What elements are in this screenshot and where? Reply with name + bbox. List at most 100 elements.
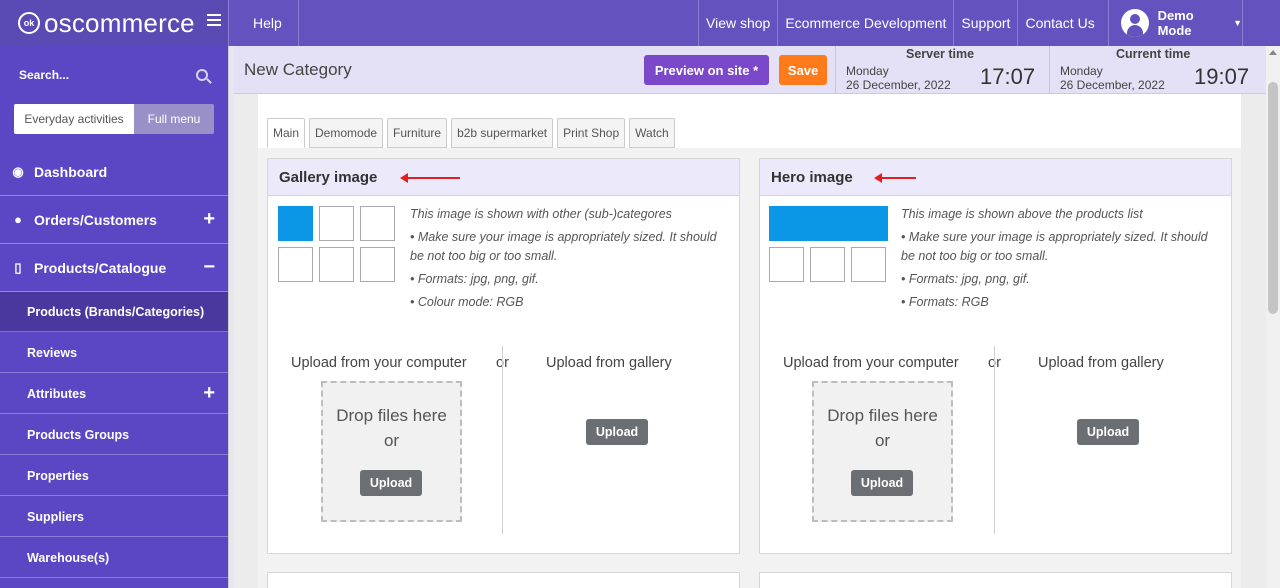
- server-date: 26 December, 2022: [846, 78, 951, 92]
- user-menu[interactable]: Demo Mode ▼: [1108, 0, 1242, 46]
- help-link[interactable]: Help: [228, 0, 299, 46]
- sidebar-item-warehouses[interactable]: Warehouse(s): [0, 538, 228, 578]
- layout-option-5[interactable]: [319, 247, 354, 282]
- sidebar-resize-handle[interactable]: [228, 46, 234, 588]
- tab-furniture[interactable]: Furniture: [387, 118, 448, 148]
- next-card-top: [759, 572, 1232, 588]
- layout-option-2[interactable]: [319, 206, 354, 241]
- layout-option-3[interactable]: [810, 247, 845, 282]
- layout-option-4[interactable]: [278, 247, 313, 282]
- sidebar-item-products-catalogue[interactable]: ▯ Products/Catalogue −: [0, 244, 228, 292]
- server-time-label: Server time: [906, 47, 975, 61]
- layout-option-6[interactable]: [360, 247, 395, 282]
- layout-option-4[interactable]: [851, 247, 886, 282]
- chevron-down-icon: ▼: [1233, 18, 1242, 28]
- ecommerce-development-link[interactable]: Ecommerce Development: [777, 0, 953, 46]
- desc-line: This image is shown with other (sub-)cat…: [410, 207, 672, 221]
- sidebar-item-properties[interactable]: Properties: [0, 456, 228, 496]
- sidebar-item-reviews[interactable]: Reviews: [0, 333, 228, 373]
- sidebar-item-attributes[interactable]: Attributes +: [0, 374, 228, 414]
- server-clock: 17:07: [980, 64, 1036, 89]
- view-shop-link[interactable]: View shop: [698, 0, 777, 46]
- drop-zone[interactable]: Drop files here or Upload: [812, 381, 953, 522]
- avatar: [1121, 9, 1149, 37]
- main-content: Main Demomode Furniture b2b supermarket …: [258, 94, 1241, 588]
- sidebar-item-orders-customers[interactable]: ● Orders/Customers +: [0, 196, 228, 244]
- sidebar-item-label: Products (Brands/Categories): [27, 304, 205, 319]
- tab-bar: Main Demomode Furniture b2b supermarket …: [267, 118, 679, 148]
- scroll-thumb[interactable]: [1268, 82, 1278, 314]
- user-name: Demo Mode: [1157, 8, 1194, 38]
- next-card-top: [267, 572, 740, 588]
- tab-panel-main: Gallery image This image is shown with o…: [258, 148, 1241, 588]
- logo-bar: ok oscommerce: [0, 0, 228, 46]
- sidebar-item-label: Warehouse(s): [27, 550, 110, 565]
- red-arrow-annotation: [400, 173, 460, 183]
- scroll-up-icon[interactable]: [1269, 50, 1277, 55]
- contact-us-link[interactable]: Contact Us: [1017, 0, 1101, 46]
- logo-text[interactable]: oscommerce: [44, 8, 195, 39]
- upload-button[interactable]: Upload: [851, 470, 913, 496]
- layout-option-1[interactable]: [769, 206, 888, 241]
- red-arrow-annotation: [874, 173, 916, 183]
- tab-watch[interactable]: Watch: [629, 118, 675, 148]
- tab-main[interactable]: Main: [267, 118, 306, 148]
- image-description: This image is shown above the products l…: [901, 205, 1221, 316]
- current-time: Current time Monday 26 December, 2022 19…: [1049, 46, 1266, 94]
- hero-image-card: Hero image This image is shown above the…: [759, 158, 1232, 554]
- sidebar-item-label: Products/Catalogue: [34, 259, 167, 276]
- upload-from-gallery-button[interactable]: Upload: [1077, 419, 1139, 445]
- upload-from-computer-title: Upload from your computer: [783, 355, 959, 371]
- page-scrollbar[interactable]: [1266, 46, 1280, 588]
- desc-line: • Formats: jpg, png, gif.: [901, 272, 1030, 286]
- current-clock: 19:07: [1194, 64, 1250, 89]
- full-menu-button[interactable]: Full menu: [134, 104, 214, 134]
- drop-text: Drop files here: [336, 406, 447, 425]
- layout-option-3[interactable]: [360, 206, 395, 241]
- tab-b2b-supermarket[interactable]: b2b supermarket: [451, 118, 554, 148]
- sidebar-item-label: Suppliers: [27, 509, 84, 524]
- sidebar-item-suppliers[interactable]: Suppliers: [0, 497, 228, 537]
- sidebar-item-products-groups[interactable]: Products Groups: [0, 415, 228, 455]
- everyday-activities-button[interactable]: Everyday activities: [14, 104, 134, 134]
- expand-icon[interactable]: +: [203, 208, 215, 231]
- upload-from-gallery-button[interactable]: Upload: [586, 419, 648, 445]
- drop-zone[interactable]: Drop files here or Upload: [321, 381, 462, 522]
- hamburger-menu-icon[interactable]: [207, 14, 221, 29]
- current-day: Monday: [1060, 64, 1103, 78]
- card-title: Hero image: [771, 168, 853, 186]
- tab-demomode[interactable]: Demomode: [309, 118, 384, 148]
- layout-option-1[interactable]: [278, 206, 313, 241]
- layout-option-2[interactable]: [769, 247, 804, 282]
- sidebar-item-products-brands-categories[interactable]: Products (Brands/Categories): [0, 292, 228, 332]
- drop-or: or: [383, 431, 400, 450]
- topbar-edge: [1242, 0, 1254, 46]
- folder-open-icon: ▯: [14, 259, 22, 275]
- users-icon: ●: [14, 212, 22, 227]
- gallery-image-card: Gallery image This image is shown with o…: [267, 158, 740, 554]
- preview-on-site-button[interactable]: Preview on site *: [644, 55, 769, 85]
- drop-text: Drop files here: [827, 406, 938, 425]
- top-bar: Help View shop Ecommerce Development Sup…: [228, 0, 1280, 46]
- sidebar-search-input[interactable]: Search...: [14, 60, 214, 90]
- card-header: Hero image: [760, 159, 1231, 196]
- page-title: New Category: [244, 59, 352, 79]
- search-icon[interactable]: [196, 69, 208, 81]
- upload-divider: [502, 346, 503, 534]
- upload-button[interactable]: Upload: [360, 470, 422, 496]
- collapse-icon[interactable]: −: [203, 256, 215, 279]
- card-header: Gallery image: [268, 159, 739, 196]
- logo-icon[interactable]: ok: [18, 12, 40, 34]
- desc-line: • Make sure your image is appropriately …: [901, 230, 1208, 263]
- expand-icon[interactable]: +: [203, 382, 215, 405]
- dashboard-icon: ◉: [12, 163, 24, 179]
- upload-from-gallery-title: Upload from gallery: [1038, 355, 1164, 371]
- menu-mode-toggle: Everyday activities Full menu: [14, 104, 214, 134]
- sidebar-item-dashboard[interactable]: ◉ Dashboard: [0, 148, 228, 196]
- drop-or: or: [874, 431, 891, 450]
- support-link[interactable]: Support: [953, 0, 1017, 46]
- save-button[interactable]: Save: [779, 55, 827, 85]
- tab-print-shop[interactable]: Print Shop: [557, 118, 626, 148]
- page-header: New Category Preview on site * Save Serv…: [234, 46, 1266, 94]
- current-date: 26 December, 2022: [1060, 78, 1165, 92]
